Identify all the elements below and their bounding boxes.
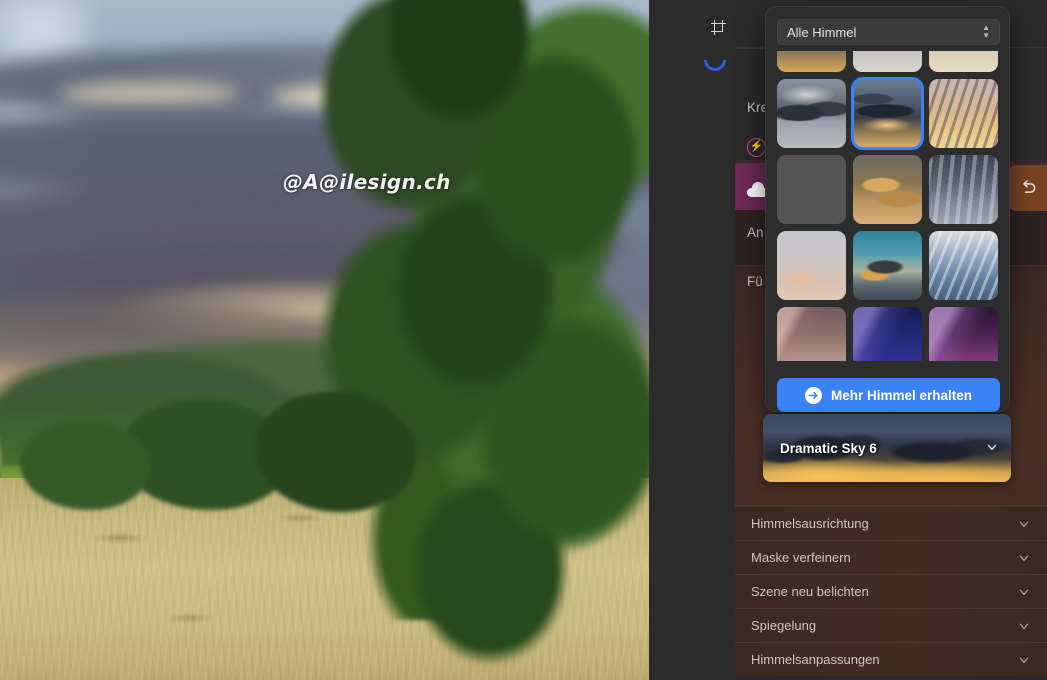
- sky-thumbnail[interactable]: [853, 307, 922, 361]
- sky-thumbnail[interactable]: [929, 307, 998, 361]
- sky-thumbnail[interactable]: [853, 231, 922, 300]
- tree-cluster-far-right: [380, 0, 649, 680]
- chevron-down-icon: [1017, 585, 1031, 599]
- sky-thumbnail[interactable]: [853, 51, 922, 72]
- undo-button[interactable]: [1008, 165, 1047, 211]
- chevron-down-icon[interactable]: [985, 440, 999, 454]
- accordion-section-spiegelung[interactable]: Spiegelung: [735, 608, 1047, 642]
- app-root: @A@ilesign.ch Kre An Fü: [0, 0, 1047, 680]
- chevron-down-icon: [1017, 517, 1031, 531]
- sky-thumbnail-scroll[interactable]: [777, 51, 1000, 361]
- accordion-section-himmelsausrichtung[interactable]: Himmelsausrichtung: [735, 506, 1047, 540]
- chevron-updown-icon: ▲ ▼: [982, 23, 990, 40]
- accordion-label: Himmelsanpassungen: [751, 652, 880, 667]
- chevron-down-icon: [1017, 653, 1031, 667]
- photo-canvas[interactable]: @A@ilesign.ch: [0, 0, 649, 680]
- sky-thumbnail[interactable]: [929, 155, 998, 224]
- crop-icon: [711, 19, 726, 35]
- sky-thumbnail[interactable]: [777, 231, 846, 300]
- sky-filter-select[interactable]: Alle Himmel ▲ ▼: [777, 19, 1000, 45]
- curve-tool-icon: [704, 59, 726, 71]
- accordion-section-himmelsanpassungen[interactable]: Himmelsanpassungen: [735, 642, 1047, 676]
- accordion-label: Maske verfeinern: [751, 550, 851, 565]
- curve-tool-button[interactable]: [649, 48, 735, 82]
- sky-thumbnail[interactable]: [777, 79, 846, 148]
- sky-thumbnail-selected[interactable]: [851, 77, 924, 150]
- accordion-label: Spiegelung: [751, 618, 817, 633]
- accordion-label: Himmelsausrichtung: [751, 516, 869, 531]
- tool-item-label: An: [747, 224, 764, 240]
- chevron-down-icon: [1017, 619, 1031, 633]
- selected-sky-label: Dramatic Sky 6: [780, 441, 877, 456]
- sky-picker-popover[interactable]: Alle Himmel ▲ ▼ Mehr Himmel erhalten: [765, 6, 1010, 412]
- sky-thumbnail-grid: [777, 51, 998, 361]
- sky-thumbnail[interactable]: [777, 51, 846, 72]
- chevron-down-icon: [1017, 551, 1031, 565]
- sky-thumbnail[interactable]: [929, 231, 998, 300]
- sky-thumbnail[interactable]: [777, 307, 846, 361]
- get-more-skies-button[interactable]: Mehr Himmel erhalten: [777, 378, 1000, 412]
- icon-rail: [649, 0, 735, 680]
- sky-filter-value: Alle Himmel: [787, 24, 857, 40]
- accordion-section-szene-neu-belichten[interactable]: Szene neu belichten: [735, 574, 1047, 608]
- sky-thumbnail[interactable]: [853, 155, 922, 224]
- sky-thumbnail[interactable]: [929, 51, 998, 72]
- crop-tool-button[interactable]: [649, 10, 735, 44]
- accordion-section-maske-verfeinern[interactable]: Maske verfeinern: [735, 540, 1047, 574]
- bolt-icon: [747, 137, 766, 157]
- get-more-skies-label: Mehr Himmel erhalten: [830, 387, 973, 403]
- cloud-highlight: [60, 82, 240, 108]
- accordion-label: Szene neu belichten: [751, 584, 869, 599]
- sky-thumbnail[interactable]: [777, 155, 846, 224]
- selected-sky-card[interactable]: Dramatic Sky 6: [763, 414, 1011, 482]
- tool-item-label: Fü: [747, 273, 763, 289]
- arrow-right-circle-icon: [804, 386, 822, 404]
- sky-thumbnail[interactable]: [929, 79, 998, 148]
- undo-icon: [1023, 180, 1036, 193]
- sky-settings-accordion: Himmelsausrichtung Maske verfeinern Szen…: [735, 506, 1047, 676]
